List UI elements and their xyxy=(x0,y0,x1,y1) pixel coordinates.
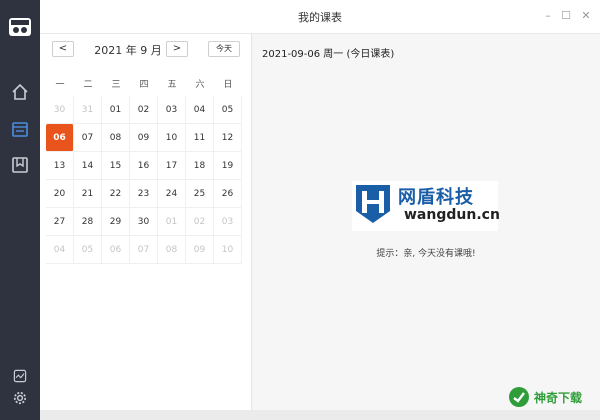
prev-month-button[interactable]: < xyxy=(52,41,74,57)
schedule-icon[interactable] xyxy=(10,119,30,139)
calendar-day[interactable]: 20 xyxy=(46,180,74,208)
weekday-label: 二 xyxy=(83,80,93,90)
calendar-day[interactable]: 10 xyxy=(214,236,242,264)
calendar-day[interactable]: 21 xyxy=(74,180,102,208)
maximize-icon[interactable]: ☐ xyxy=(560,9,572,23)
calendar-day[interactable]: 27 xyxy=(46,208,74,236)
calendar-day[interactable]: 18 xyxy=(186,152,214,180)
calendar-day[interactable]: 13 xyxy=(46,152,74,180)
next-month-button[interactable]: > xyxy=(166,41,188,57)
calendar-day[interactable]: 04 xyxy=(46,236,74,264)
calendar-day[interactable]: 28 xyxy=(74,208,102,236)
calendar-day[interactable]: 17 xyxy=(158,152,186,180)
calendar-day[interactable]: 08 xyxy=(158,236,186,264)
calendar-day[interactable]: 04 xyxy=(186,96,214,124)
calendar-day[interactable]: 03 xyxy=(214,208,242,236)
calendar-day[interactable]: 30 xyxy=(130,208,158,236)
calendar-day[interactable]: 01 xyxy=(102,96,130,124)
calendar-day[interactable]: 09 xyxy=(130,124,158,152)
app-logo-icon xyxy=(9,18,31,36)
empty-hint: 提示：亲, 今天没有课哦! xyxy=(376,249,476,259)
weekday-label: 三 xyxy=(111,80,121,90)
calendar-day[interactable]: 07 xyxy=(130,236,158,264)
brand-logo: 网盾科技 wangdun.cn xyxy=(352,181,500,231)
home-icon[interactable] xyxy=(10,82,30,102)
calendar-day[interactable]: 29 xyxy=(102,208,130,236)
calendar-day[interactable]: 16 xyxy=(130,152,158,180)
calendar-day[interactable]: 31 xyxy=(74,96,102,124)
calendar-day[interactable]: 05 xyxy=(214,96,242,124)
weekday-label: 四 xyxy=(139,80,149,90)
calendar-day[interactable]: 30 xyxy=(46,96,74,124)
watermark-text: 神奇下载 xyxy=(534,391,583,405)
calendar-day[interactable]: 07 xyxy=(74,124,102,152)
sidebar xyxy=(0,0,40,420)
calendar-day[interactable]: 02 xyxy=(186,208,214,236)
watermark-logo-icon xyxy=(509,387,529,407)
calendar-panel: < 2021 年 9 月 > 今天 一二三四五六日 30 31 01 02 03 04 05… xyxy=(40,34,252,410)
shield-logo-icon xyxy=(356,185,390,223)
calendar-day[interactable]: 22 xyxy=(102,180,130,208)
calendar-day[interactable]: 10 xyxy=(158,124,186,152)
calendar-day[interactable]: 12 xyxy=(214,124,242,152)
weekday-label: 一 xyxy=(55,80,65,90)
date-heading: 2021-09-06 周一 (今日课表) xyxy=(262,49,395,60)
logo-domain-text: wangdun.cn xyxy=(404,207,500,223)
weekday-header: 一二三四五六日 xyxy=(46,77,244,93)
weekday-label: 六 xyxy=(195,80,205,90)
activity-icon[interactable] xyxy=(12,368,28,384)
calendar-day[interactable]: 23 xyxy=(130,180,158,208)
calendar-day[interactable]: 14 xyxy=(74,152,102,180)
gear-icon[interactable] xyxy=(12,390,28,406)
calendar-day-selected[interactable]: 06 xyxy=(46,124,74,152)
month-label: 2021 年 9 月 xyxy=(94,44,162,57)
logo-chinese-text: 网盾科技 xyxy=(398,187,474,208)
calendar-day[interactable]: 09 xyxy=(186,236,214,264)
calendar-day[interactable]: 01 xyxy=(158,208,186,236)
minimize-icon[interactable]: – xyxy=(542,9,554,23)
watermark: 神奇下载 xyxy=(504,384,598,414)
calendar-day[interactable]: 11 xyxy=(186,124,214,152)
calendar-grid: 30 31 01 02 03 04 05 06 07 08 09 10 11 12 13 14 15 16 17 18… xyxy=(46,96,244,266)
calendar-day[interactable]: 25 xyxy=(186,180,214,208)
today-button[interactable]: 今天 xyxy=(208,41,240,57)
schedule-main: 2021-09-06 周一 (今日课表) 网盾科技 wangdun.cn 提示：… xyxy=(252,34,600,410)
title-bar: 我的课表 – ☐ ✕ xyxy=(40,0,600,34)
weekday-label: 日 xyxy=(223,80,233,90)
calendar-day[interactable]: 24 xyxy=(158,180,186,208)
bookmark-icon[interactable] xyxy=(10,155,30,175)
calendar-day[interactable]: 03 xyxy=(158,96,186,124)
close-icon[interactable]: ✕ xyxy=(580,9,592,23)
calendar-day[interactable]: 08 xyxy=(102,124,130,152)
calendar-day[interactable]: 05 xyxy=(74,236,102,264)
calendar-day[interactable]: 19 xyxy=(214,152,242,180)
calendar-day[interactable]: 26 xyxy=(214,180,242,208)
window-title: 我的课表 xyxy=(298,11,342,24)
calendar-day[interactable]: 02 xyxy=(130,96,158,124)
calendar-day[interactable]: 15 xyxy=(102,152,130,180)
calendar-day[interactable]: 06 xyxy=(102,236,130,264)
weekday-label: 五 xyxy=(167,80,177,90)
